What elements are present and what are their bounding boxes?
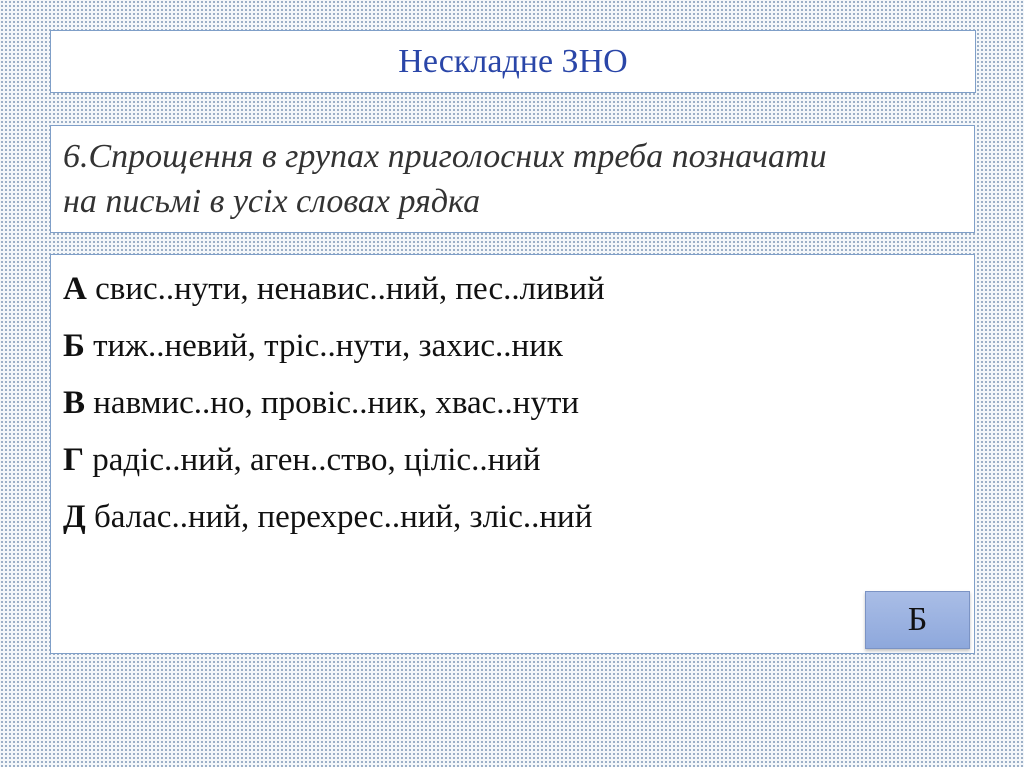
option-letter: В	[63, 385, 86, 421]
options-box: А свис..нути, ненавис..ний, пес..ливий Б…	[50, 254, 975, 654]
answer-button[interactable]: Б	[865, 591, 970, 649]
option-letter: Б	[63, 328, 85, 364]
slide-title: Нескладне ЗНО	[398, 42, 628, 80]
option-text: свис..нути, ненавис..ний, пес..ливий	[95, 271, 605, 307]
option-a: А свис..нути, ненавис..ний, пес..ливий	[63, 261, 974, 318]
option-letter: А	[63, 271, 87, 307]
option-text: тиж..невий, тріс..нути, захис..ник	[93, 328, 563, 364]
option-letter: Г	[63, 442, 84, 478]
title-banner: Нескладне ЗНО	[50, 30, 976, 93]
question-line-2: на письмі в усіх словах рядка	[63, 183, 481, 220]
option-b: Б тиж..невий, тріс..нути, захис..ник	[63, 318, 974, 375]
option-text: балас..ний, перехрес..ний, зліс..ний	[93, 499, 593, 535]
option-letter: Д	[63, 499, 86, 535]
question-box: 6.Спрощення в групах приголосних треба п…	[50, 125, 975, 233]
option-text: навмис..но, провіс..ник, хвас..нути	[93, 385, 580, 421]
option-d: Д балас..ний, перехрес..ний, зліс..ний	[63, 489, 974, 546]
option-text: радіс..ний, аген..ство, ціліс..ний	[92, 442, 541, 478]
option-h: Г радіс..ний, аген..ство, ціліс..ний	[63, 432, 974, 489]
option-v: В навмис..но, провіс..ник, хвас..нути	[63, 375, 974, 432]
question-line-1: 6.Спрощення в групах приголосних треба п…	[63, 138, 827, 175]
answer-label: Б	[907, 601, 928, 638]
